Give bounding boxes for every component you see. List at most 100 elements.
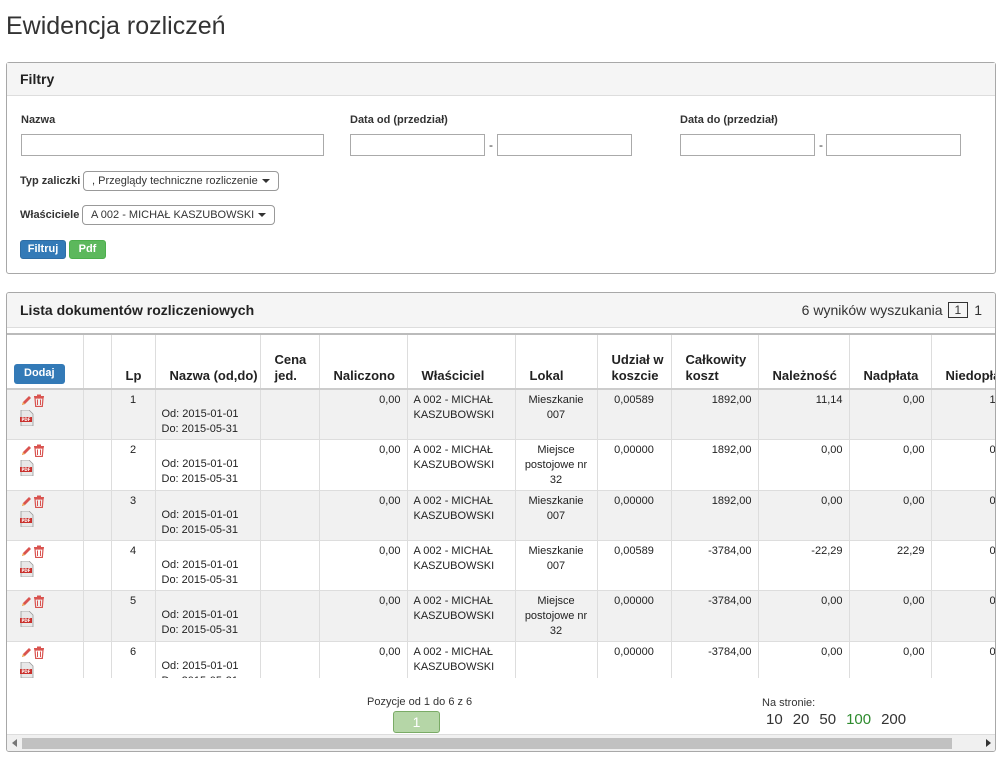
page-number-input[interactable]: 1 (947, 302, 969, 318)
table-row[interactable]: PDF 4 Od: 2015-01-01 Do: 2015-05-31 0,00 A 00… (7, 540, 995, 591)
owners-dropdown[interactable]: A 002 - MICHAŁ KASZUBOWSKI (82, 205, 276, 225)
trash-icon[interactable] (33, 444, 45, 457)
column-due[interactable]: Należność (758, 333, 850, 390)
row-date-to: Do: 2015-05-31 (161, 524, 238, 536)
date-to-start-input[interactable] (680, 134, 815, 156)
pencil-icon[interactable] (20, 545, 33, 558)
results-count: 6 wyników wyszukania (801, 302, 943, 318)
per-page-option[interactable]: 200 (881, 711, 906, 728)
row-unit: Mieszkanie 007 (515, 540, 598, 591)
filter-button[interactable]: Filtruj (20, 240, 66, 259)
svg-text:PDF: PDF (22, 669, 31, 674)
row-due: 0,00 (758, 490, 850, 541)
per-page-option[interactable]: 100 (846, 711, 871, 728)
pdf-icon[interactable]: PDF (20, 560, 34, 578)
row-actions: PDF (7, 641, 84, 678)
row-lp: 1 (111, 389, 156, 440)
row-blank (83, 590, 112, 642)
table-row[interactable]: PDF 5 Od: 2015-01-01 Do: 2015-05-31 0,00 A 00… (7, 590, 995, 642)
pencil-icon[interactable] (20, 495, 33, 508)
table-header-row: Dodaj Lp Nazwa (od,do) Cena jed. Naliczo… (7, 333, 995, 390)
row-due: 0,00 (758, 590, 850, 642)
pagination-current-page[interactable]: 1 (393, 711, 440, 733)
row-due: 0,00 (758, 641, 850, 678)
horizontal-scrollbar[interactable] (7, 734, 995, 751)
row-total-cost: -3784,00 (671, 641, 759, 678)
date-from-label: Data od (przedział) (350, 114, 448, 126)
row-charged: 0,00 (319, 540, 408, 591)
row-owner: A 002 - MICHAŁ KASZUBOWSKI (407, 590, 516, 642)
row-lp: 4 (111, 540, 156, 591)
row-charged: 0,00 (319, 439, 408, 491)
column-name[interactable]: Nazwa (od,do) (155, 333, 261, 390)
date-to-end-input[interactable] (826, 134, 961, 156)
trash-icon[interactable] (33, 595, 45, 608)
column-owner[interactable]: Właściciel (407, 333, 516, 390)
table-row[interactable]: PDF 1 Od: 2015-01-01 Do: 2015-05-31 0,00 A 00… (7, 389, 995, 440)
pencil-icon[interactable] (20, 646, 33, 659)
row-total-cost: -3784,00 (671, 540, 759, 591)
scroll-right-icon[interactable] (986, 739, 991, 747)
row-date-from: Od: 2015-01-01 (161, 609, 239, 621)
row-unit: Miejsce postojowe nr 32 (515, 590, 598, 642)
type-dropdown[interactable]: , Przeglądy techniczne rozliczenie (83, 171, 279, 191)
documents-panel: Lista dokumentów rozliczeniowych 6 wynik… (6, 292, 996, 752)
per-page-options: 10 20 50 100 200 (766, 711, 916, 728)
row-underpaid: 0 (931, 439, 995, 491)
scrollbar-thumb[interactable] (22, 738, 952, 749)
date-from-start-input[interactable] (350, 134, 485, 156)
column-share[interactable]: Udział w koszcie (597, 333, 672, 390)
row-share: 0,00589 (597, 540, 672, 591)
per-page-option[interactable]: 10 (766, 711, 783, 728)
trash-icon[interactable] (33, 545, 45, 558)
name-input[interactable] (21, 134, 324, 156)
trash-icon[interactable] (33, 394, 45, 407)
row-underpaid: 0 (931, 641, 995, 678)
row-unit-price (260, 641, 320, 678)
table-row[interactable]: PDF6Od: 2015-01-01Do: 2015-05-310,00A 00… (7, 641, 995, 678)
per-page-option[interactable]: 20 (793, 711, 810, 728)
pencil-icon[interactable] (20, 394, 33, 407)
column-unit-price[interactable]: Cena jed. (260, 333, 320, 390)
row-charged: 0,00 (319, 389, 408, 440)
type-dropdown-value: , Przeglądy techniczne rozliczenie (92, 175, 258, 187)
pdf-icon[interactable]: PDF (20, 459, 34, 477)
column-lp[interactable]: Lp (111, 333, 156, 390)
table-row[interactable]: PDF 3 Od: 2015-01-01 Do: 2015-05-31 0,00 A 00… (7, 490, 995, 541)
pdf-icon[interactable]: PDF (20, 610, 34, 628)
row-actions: PDF (7, 439, 84, 491)
table-row[interactable]: PDF 2 Od: 2015-01-01 Do: 2015-05-31 0,00 A 00… (7, 439, 995, 491)
per-page-label: Na stronie: (762, 697, 816, 709)
row-dates: Od: 2015-01-01 Do: 2015-05-31 (155, 590, 261, 642)
row-charged: 0,00 (319, 490, 408, 541)
row-overpaid: 0,00 (849, 641, 932, 678)
row-unit (515, 641, 598, 678)
row-share: 0,00000 (597, 641, 672, 678)
row-blank (83, 389, 112, 440)
column-underpaid[interactable]: Niedopła (931, 333, 995, 390)
pdf-icon[interactable]: PDF (20, 661, 34, 678)
pdf-icon[interactable]: PDF (20, 409, 34, 427)
per-page-option[interactable]: 50 (819, 711, 836, 728)
add-button[interactable]: Dodaj (14, 364, 65, 384)
column-charged[interactable]: Naliczono (319, 333, 408, 390)
row-owner: A 002 - MICHAŁ KASZUBOWSKI (407, 439, 516, 491)
trash-icon[interactable] (33, 646, 45, 659)
documents-heading-text: Lista dokumentów rozliczeniowych (20, 302, 255, 318)
column-total-cost[interactable]: Całkowity koszt (671, 333, 759, 390)
documents-table-wrap: Dodaj Lp Nazwa (od,do) Cena jed. Naliczo… (7, 333, 995, 678)
pdf-export-button[interactable]: Pdf (69, 240, 106, 259)
pencil-icon[interactable] (20, 444, 33, 457)
documents-table: Dodaj Lp Nazwa (od,do) Cena jed. Naliczo… (7, 333, 995, 678)
pencil-icon[interactable] (20, 595, 33, 608)
trash-icon[interactable] (33, 495, 45, 508)
svg-text:PDF: PDF (22, 568, 31, 573)
row-blank (83, 641, 112, 678)
date-from-end-input[interactable] (497, 134, 632, 156)
caret-down-icon (261, 179, 270, 184)
column-unit[interactable]: Lokal (515, 333, 598, 390)
column-overpaid[interactable]: Nadpłata (849, 333, 932, 390)
pdf-icon[interactable]: PDF (20, 510, 34, 528)
scroll-left-icon[interactable] (12, 739, 17, 747)
row-underpaid: 11 (931, 389, 995, 440)
